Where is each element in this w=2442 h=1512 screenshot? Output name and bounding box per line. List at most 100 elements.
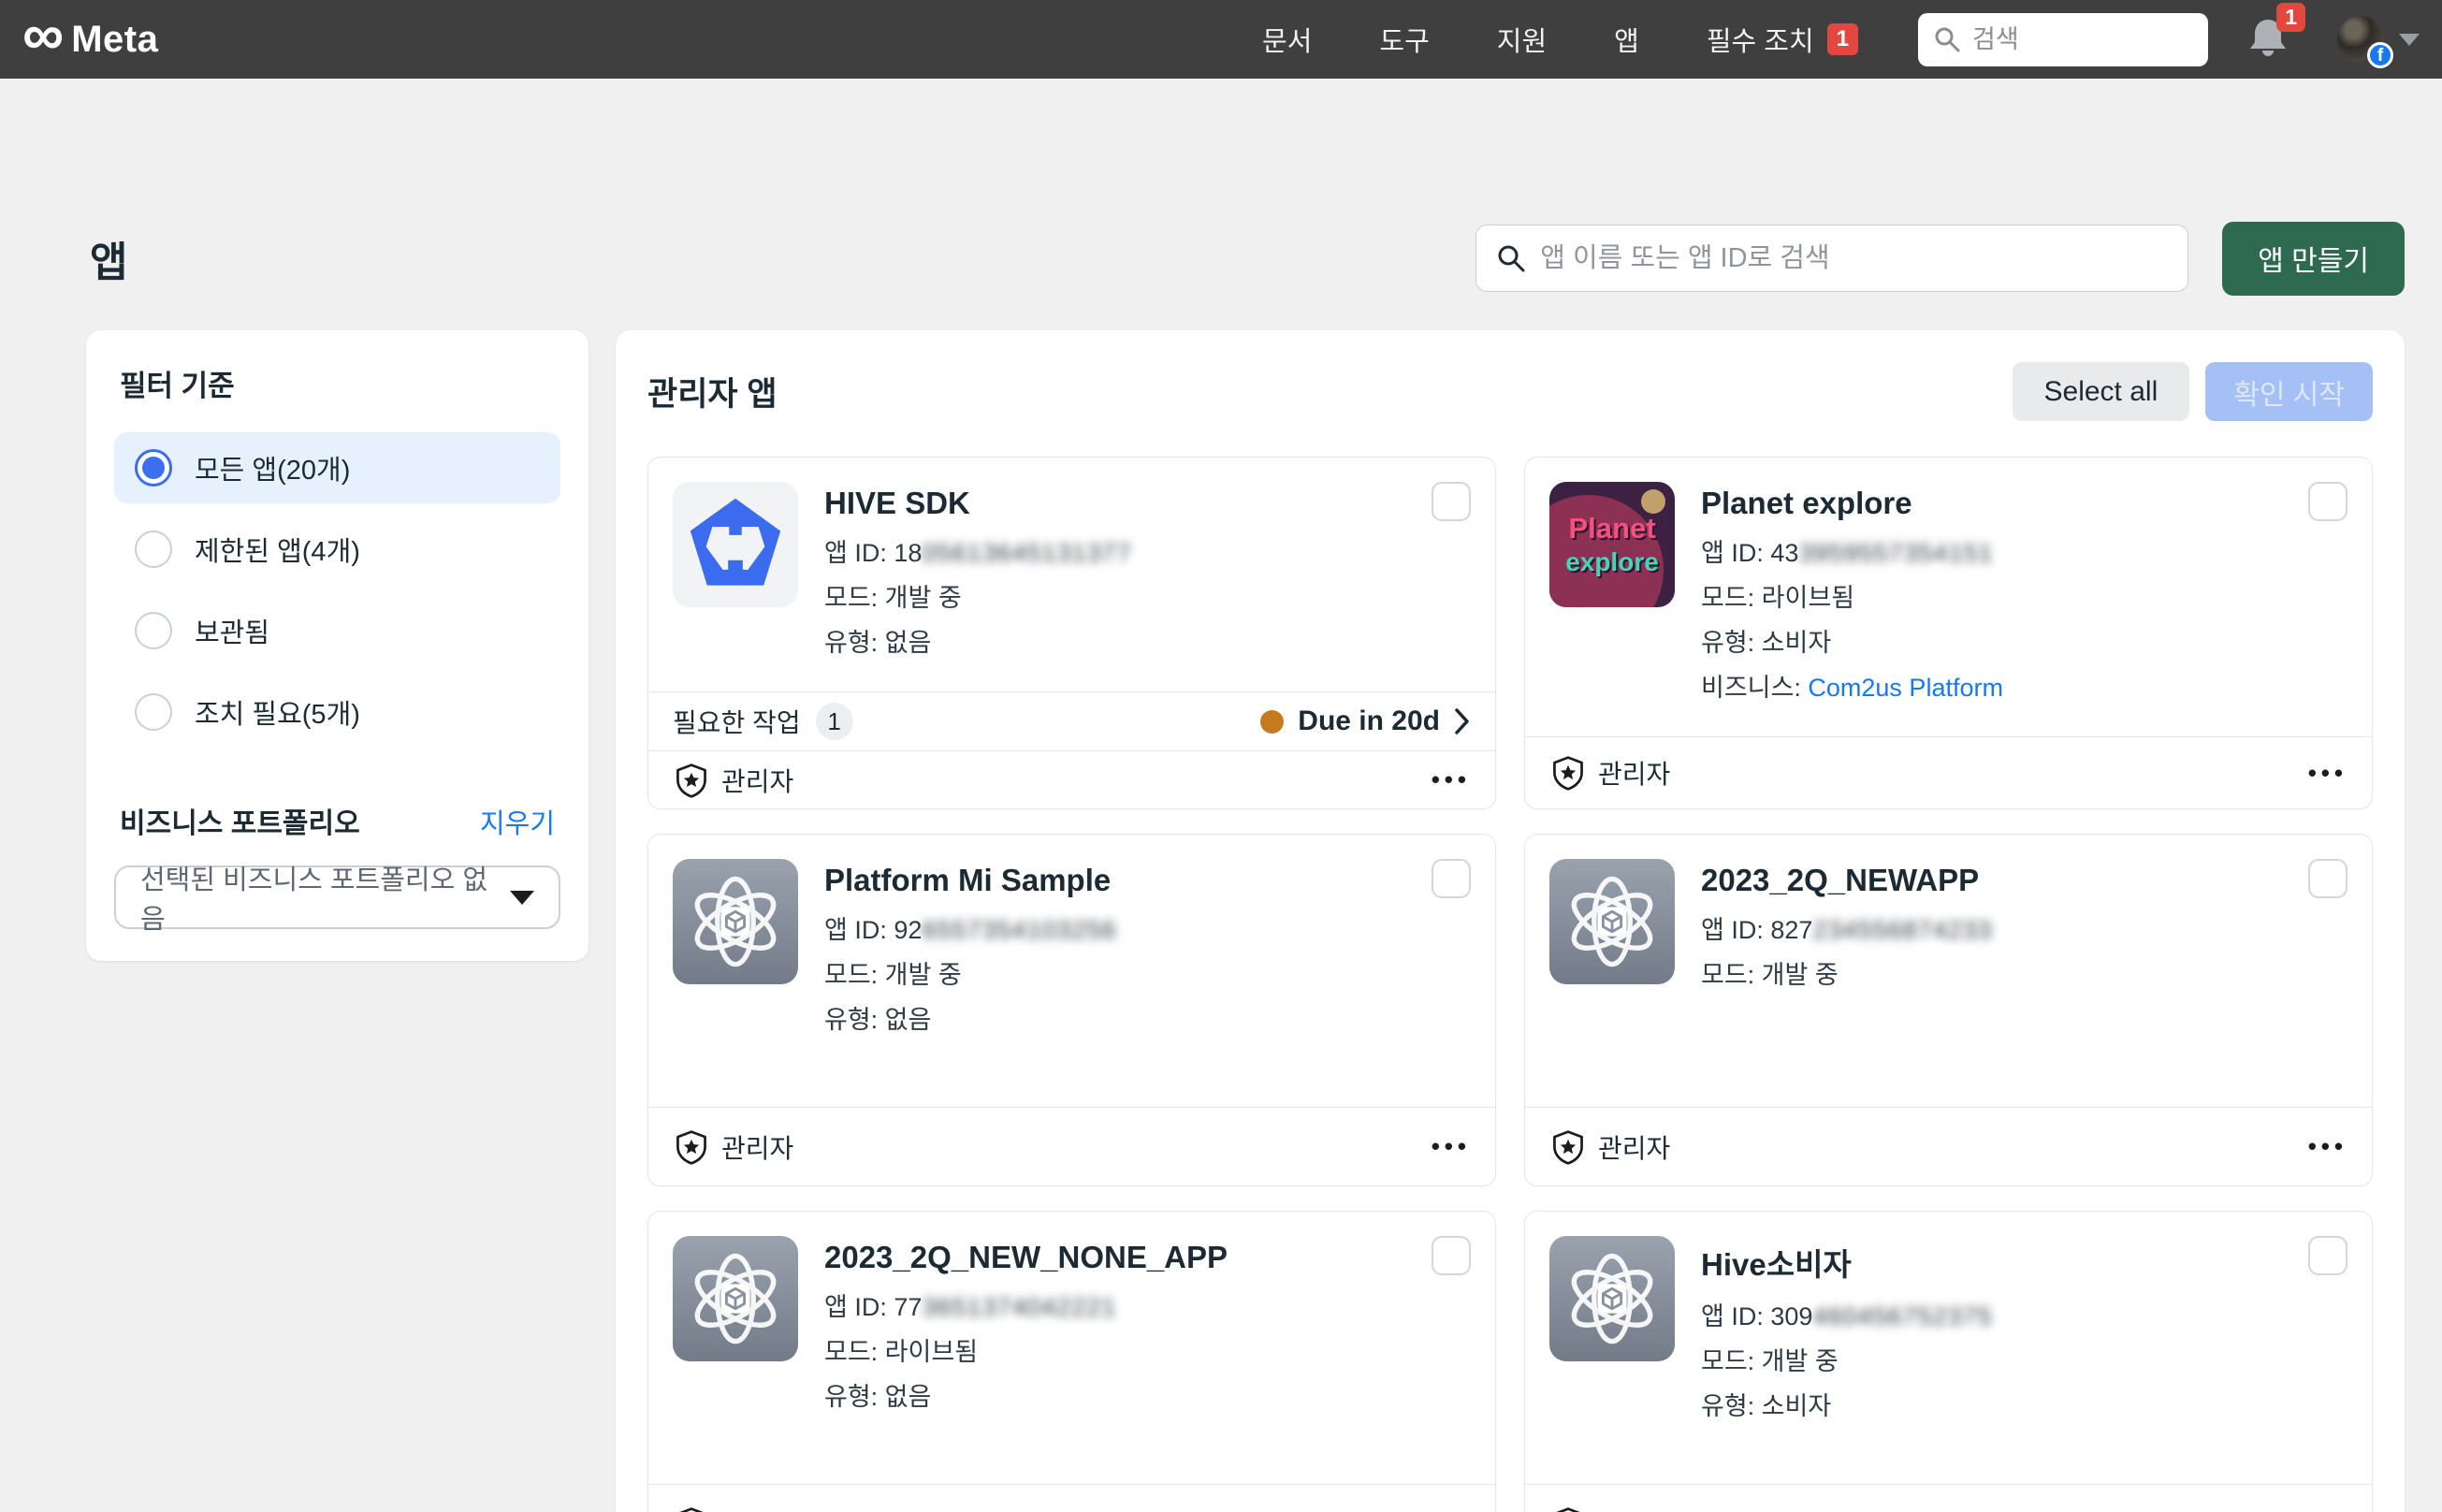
nav-item-support[interactable]: 지원 <box>1497 20 1547 59</box>
filter-option-all-apps[interactable]: 모든 앱(20개) <box>114 432 560 503</box>
default-app-icon <box>673 859 798 984</box>
more-menu-button[interactable]: ••• <box>2308 1132 2348 1161</box>
filter-option-archived[interactable]: 보관됨 <box>114 595 560 666</box>
nav-item-apps[interactable]: 앱 <box>1614 20 1639 59</box>
app-select-checkbox[interactable] <box>2308 482 2348 521</box>
search-icon <box>1495 242 1527 274</box>
role-label: 관리자 <box>1549 1127 1670 1167</box>
nav-item-docs[interactable]: 문서 <box>1262 20 1312 59</box>
admin-shield-icon <box>1549 1127 1587 1167</box>
app-business: 비즈니스: Com2us Platform <box>1701 667 2003 704</box>
facebook-badge-icon: f <box>2367 42 2393 68</box>
portfolio-title: 비즈니스 포트폴리오 <box>120 800 360 841</box>
app-mode: 모드: 개발 중 <box>824 577 1132 614</box>
required-actions-badge: 1 <box>1827 23 1858 55</box>
more-menu-button[interactable]: ••• <box>1432 1132 1471 1161</box>
business-link[interactable]: Com2us Platform <box>1808 674 2003 702</box>
app-name[interactable]: Hive소비자 <box>1701 1240 1993 1285</box>
nav-item-required-actions-label: 필수 조치 <box>1707 20 1814 59</box>
app-id: 앱 ID: 1805613645131377 <box>824 532 1132 569</box>
global-search-input[interactable] <box>1972 25 2193 54</box>
app-card-planet-explore: Planet explore Planet explore 앱 ID: 4339… <box>1524 457 2373 809</box>
app-mode: 모드: 개발 중 <box>1701 954 1993 991</box>
app-card-platform-mi-sample: Platform Mi Sample 앱 ID: 926557354103256… <box>647 834 1496 1186</box>
app-id: 앱 ID: 309460456752375 <box>1701 1296 1993 1332</box>
admin-shield-icon <box>1549 1505 1587 1512</box>
profile-menu[interactable]: f <box>2337 16 2420 63</box>
role-label: 관리자 <box>1549 1505 1670 1512</box>
create-app-button[interactable]: 앱 만들기 <box>2222 222 2405 296</box>
app-name[interactable]: HIVE SDK <box>824 486 1132 521</box>
app-name[interactable]: Platform Mi Sample <box>824 863 1117 898</box>
due-link[interactable]: Due in 20d <box>1260 705 1471 737</box>
due-status-dot <box>1260 710 1284 734</box>
app-select-checkbox[interactable] <box>2308 859 2348 898</box>
admin-shield-icon <box>1549 753 1587 792</box>
filter-option-restricted-apps[interactable]: 제한된 앱(4개) <box>114 514 560 585</box>
nav-item-required-actions[interactable]: 필수 조치 1 <box>1707 20 1858 59</box>
app-type: 유형: 없음 <box>824 622 1132 659</box>
more-menu-button[interactable]: ••• <box>1432 765 1471 794</box>
filter-title: 필터 기준 <box>120 362 555 404</box>
app-name[interactable]: Planet explore <box>1701 486 2003 521</box>
app-mode: 모드: 라이브됨 <box>824 1331 1228 1368</box>
default-app-icon <box>1549 859 1675 984</box>
filter-option-label: 제한된 앱(4개) <box>195 530 360 569</box>
filter-option-label: 조치 필요(5개) <box>195 692 360 732</box>
default-app-icon <box>673 1236 798 1361</box>
app-name[interactable]: 2023_2Q_NEWAPP <box>1701 863 1993 898</box>
filter-option-action-needed[interactable]: 조치 필요(5개) <box>114 676 560 748</box>
due-text: Due in 20d <box>1298 705 1440 737</box>
top-navbar: ∞ Meta 문서 도구 지원 앱 필수 조치 1 1 f <box>0 0 2442 79</box>
role-label: 관리자 <box>673 1127 793 1167</box>
clear-portfolio-link[interactable]: 지우기 <box>480 802 555 841</box>
meta-logo-text: Meta <box>71 19 158 61</box>
role-label: 관리자 <box>1549 753 1670 792</box>
app-card-hive-sdk: HIVE SDK 앱 ID: 1805613645131377 모드: 개발 중… <box>647 457 1496 809</box>
start-review-button[interactable]: 확인 시작 <box>2205 362 2373 421</box>
filter-panel: 필터 기준 모든 앱(20개) 제한된 앱(4개) 보관됨 조치 필요(5개) … <box>86 330 589 961</box>
chevron-down-icon <box>2399 34 2420 46</box>
admin-shield-icon <box>673 1127 710 1167</box>
chevron-right-icon <box>1454 707 1471 735</box>
app-id: 앱 ID: 773651374042221 <box>824 1287 1228 1323</box>
app-card-grid: HIVE SDK 앱 ID: 1805613645131377 모드: 개발 중… <box>647 457 2373 1512</box>
admin-apps-panel: 관리자 앱 Select all 확인 시작 HIVE SDK <box>616 330 2405 1512</box>
role-label: 관리자 <box>673 761 793 800</box>
radio-icon <box>135 612 172 649</box>
default-app-icon <box>1549 1236 1675 1361</box>
admin-shield-icon <box>673 1505 710 1512</box>
avatar: f <box>2337 16 2384 63</box>
radio-checked-icon <box>135 449 172 487</box>
role-label: 관리자 <box>673 1505 793 1512</box>
app-id: 앱 ID: 926557354103256 <box>824 909 1117 946</box>
app-search-input[interactable] <box>1540 243 2169 274</box>
app-name[interactable]: 2023_2Q_NEW_NONE_APP <box>824 1240 1228 1275</box>
app-select-checkbox[interactable] <box>1432 1236 1471 1275</box>
app-card-hive-consumer: Hive소비자 앱 ID: 309460456752375 모드: 개발 중 유… <box>1524 1211 2373 1512</box>
app-select-checkbox[interactable] <box>1432 859 1471 898</box>
app-card-2023-2q-new-none-app: 2023_2Q_NEW_NONE_APP 앱 ID: 7736513740422… <box>647 1211 1496 1512</box>
select-all-button[interactable]: Select all <box>2013 362 2190 421</box>
notifications-badge: 1 <box>2276 3 2305 32</box>
app-search[interactable] <box>1475 225 2188 292</box>
app-select-checkbox[interactable] <box>2308 1236 2348 1275</box>
required-tasks-row: 필요한 작업 1 Due in 20d <box>648 691 1495 750</box>
app-type: 유형: 소비자 <box>1701 622 2003 659</box>
page-header: 앱 앱 만들기 <box>90 221 2405 296</box>
notifications-button[interactable]: 1 <box>2247 16 2289 64</box>
portfolio-select[interactable]: 선택된 비즈니스 포트폴리오 없음 <box>114 865 560 929</box>
app-select-checkbox[interactable] <box>1432 482 1471 521</box>
planet-explore-app-icon: Planet explore <box>1549 482 1675 607</box>
caret-down-icon <box>510 891 534 905</box>
nav-item-tools[interactable]: 도구 <box>1379 20 1429 59</box>
app-type: 유형: 소비자 <box>1701 1386 1993 1422</box>
hive-sdk-app-icon <box>673 482 798 607</box>
app-mode: 모드: 개발 중 <box>824 954 1117 991</box>
more-menu-button[interactable]: ••• <box>2308 759 2348 788</box>
radio-icon <box>135 693 172 731</box>
app-id: 앱 ID: 433959557354151 <box>1701 532 2003 569</box>
meta-logo[interactable]: ∞ Meta <box>22 16 158 63</box>
search-icon <box>1933 25 1961 53</box>
global-search[interactable] <box>1918 13 2208 66</box>
